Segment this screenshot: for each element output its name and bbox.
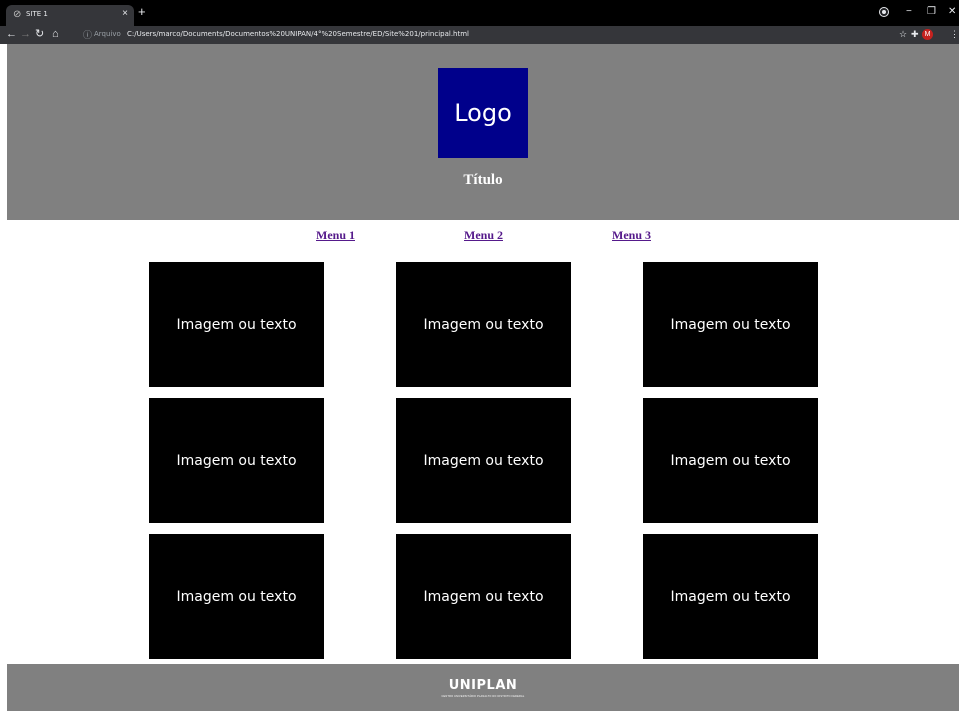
content-card: Imagem ou texto bbox=[643, 398, 818, 523]
tab-site-1[interactable]: ⊘ SITE 1 × bbox=[6, 5, 134, 26]
menu-link-1[interactable]: Menu 1 bbox=[316, 228, 355, 243]
restore-icon[interactable]: ❐ bbox=[927, 6, 936, 17]
browser-chrome: ⊘ SITE 1 × + − ❐ ✕ ← → ↻ ⌂ ⓘ Arquivo C:/… bbox=[0, 0, 959, 44]
content-card: Imagem ou texto bbox=[149, 262, 324, 387]
star-icon[interactable]: ☆ bbox=[899, 29, 907, 40]
reload-icon[interactable]: ↻ bbox=[35, 28, 44, 41]
globe-icon: ⊘ bbox=[13, 9, 22, 20]
footer-tagline: CENTRO UNIVERSITÁRIO PLANALTO DO DISTRIT… bbox=[441, 695, 525, 698]
toolbar: ← → ↻ ⌂ ⓘ Arquivo C:/Users/marco/Documen… bbox=[0, 26, 959, 44]
menu-link-2[interactable]: Menu 2 bbox=[464, 228, 503, 243]
page-title: Título bbox=[463, 172, 503, 188]
tab-close-icon[interactable]: × bbox=[122, 8, 128, 19]
content-card: Imagem ou texto bbox=[396, 398, 571, 523]
url-text[interactable]: C:/Users/marco/Documents/Documentos%20UN… bbox=[127, 30, 469, 38]
forward-icon[interactable]: → bbox=[20, 28, 31, 41]
tab-title: SITE 1 bbox=[26, 10, 48, 18]
content-card: Imagem ou texto bbox=[149, 534, 324, 659]
close-window-icon[interactable]: ✕ bbox=[948, 6, 956, 17]
minimize-icon[interactable]: − bbox=[906, 6, 912, 17]
profile-icon[interactable] bbox=[880, 8, 888, 16]
site-footer: UNIPLAN CENTRO UNIVERSITÁRIO PLANALTO DO… bbox=[7, 664, 959, 711]
profile-avatar[interactable]: M bbox=[922, 29, 933, 40]
new-tab-button[interactable]: + bbox=[138, 5, 146, 19]
site-header: Logo Título bbox=[7, 44, 959, 220]
back-icon[interactable]: ← bbox=[6, 28, 17, 41]
menu-link-3[interactable]: Menu 3 bbox=[612, 228, 651, 243]
address-bar[interactable]: ⓘ Arquivo C:/Users/marco/Documents/Docum… bbox=[78, 28, 878, 42]
content-card: Imagem ou texto bbox=[643, 534, 818, 659]
content-card: Imagem ou texto bbox=[149, 398, 324, 523]
content-card: Imagem ou texto bbox=[643, 262, 818, 387]
puzzle-icon[interactable]: ✚ bbox=[911, 29, 919, 40]
tab-strip: ⊘ SITE 1 × + − ❐ ✕ bbox=[0, 0, 959, 26]
logo: Logo bbox=[438, 68, 528, 158]
kebab-menu-icon[interactable]: ⋮ bbox=[950, 29, 959, 40]
home-icon[interactable]: ⌂ bbox=[52, 28, 59, 41]
scheme-label: Arquivo bbox=[94, 30, 121, 38]
content-card: Imagem ou texto bbox=[396, 262, 571, 387]
content-card: Imagem ou texto bbox=[396, 534, 571, 659]
info-icon[interactable]: ⓘ bbox=[83, 28, 92, 41]
footer-brand-logo: UNIPLAN bbox=[448, 678, 518, 693]
